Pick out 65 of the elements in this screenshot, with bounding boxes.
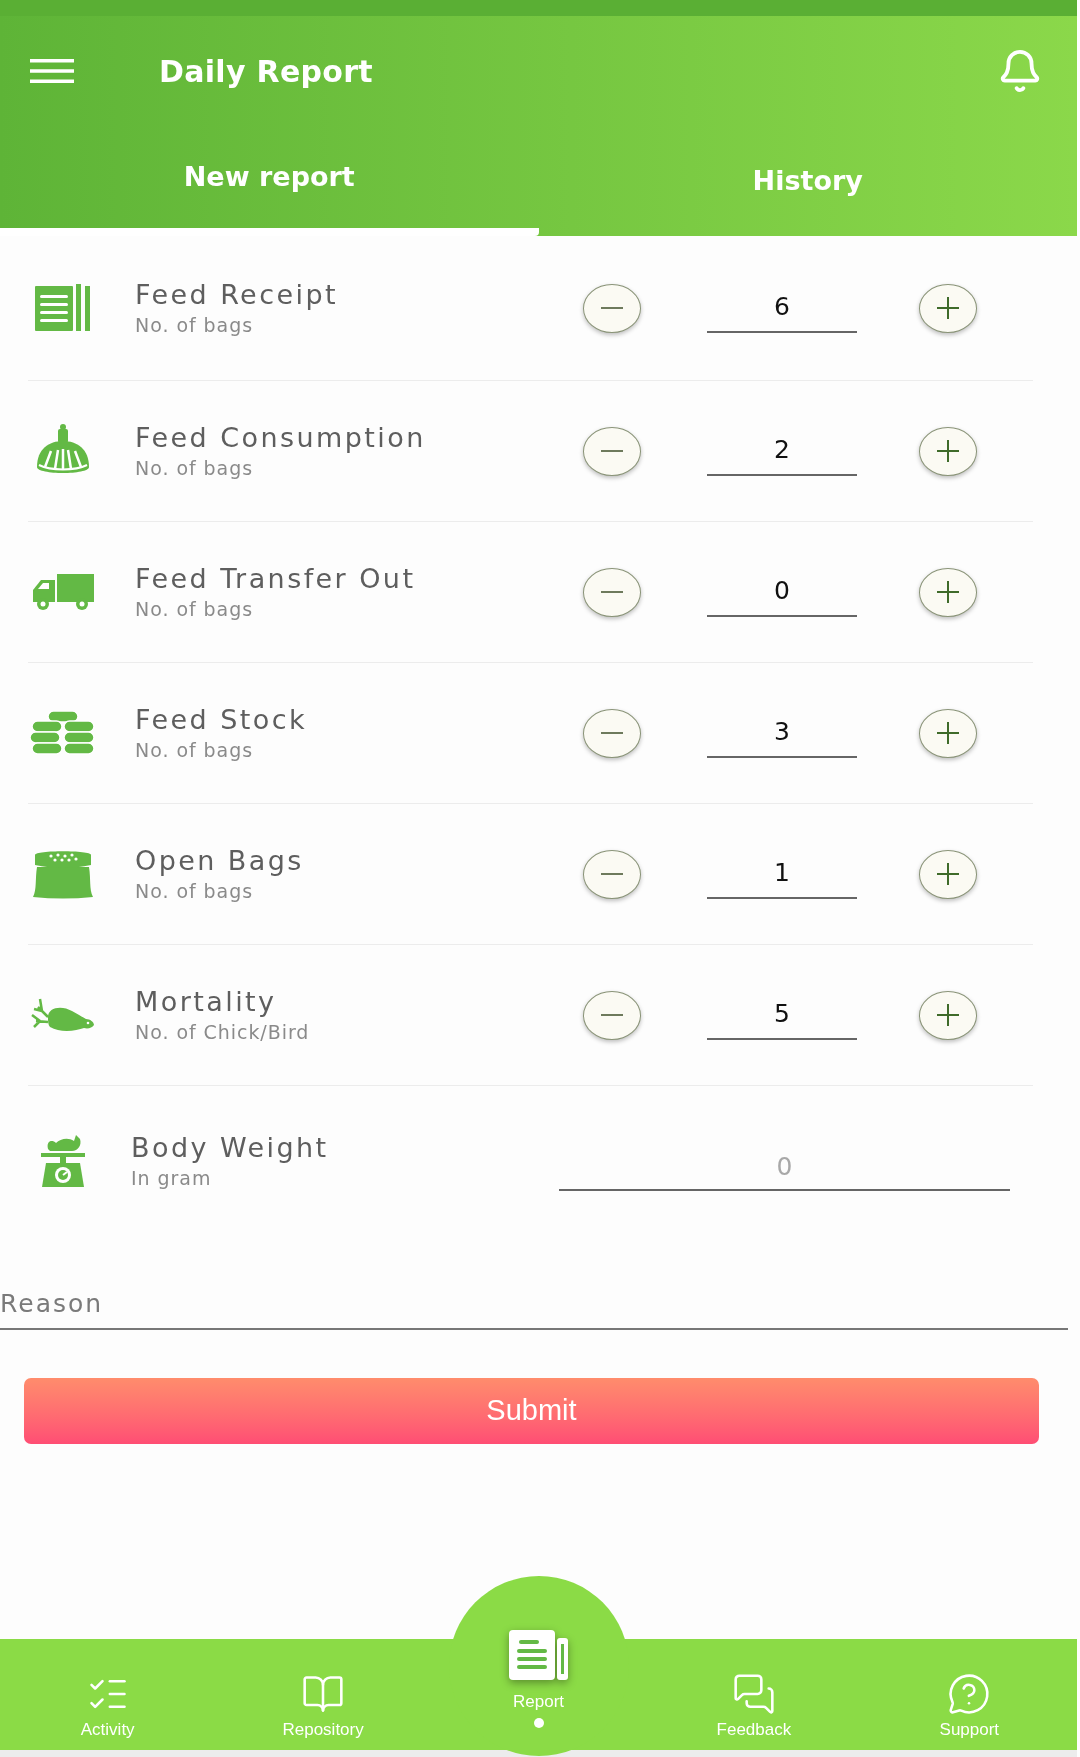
reason-field[interactable]: Reason	[0, 1280, 1068, 1330]
bag-icon	[33, 849, 93, 899]
quantity-field[interactable]: 6	[707, 283, 857, 333]
item-subtitle: No. of bags	[135, 879, 254, 904]
minus-icon	[601, 591, 623, 593]
increase-button[interactable]	[919, 849, 977, 899]
nav-tab[interactable]: Feedback	[716, 1672, 792, 1750]
increase-button[interactable]	[919, 990, 977, 1040]
item-subtitle: No. of bags	[135, 738, 254, 763]
plus-icon	[937, 297, 959, 319]
minus-icon	[601, 307, 623, 309]
submit-button[interactable]: Submit	[24, 1378, 1039, 1444]
menu-icon[interactable]	[30, 59, 74, 83]
plus-icon	[937, 1004, 959, 1026]
decrease-button[interactable]	[583, 283, 641, 333]
nav-tab[interactable]: Report	[508, 1628, 569, 1750]
plus-icon	[937, 722, 959, 744]
weight-field[interactable]: 0	[559, 1145, 1010, 1191]
increase-button[interactable]	[919, 283, 977, 333]
increase-button[interactable]	[919, 567, 977, 617]
item-title: Mortality	[135, 985, 277, 1019]
item-subtitle: No. of bags	[135, 456, 254, 481]
decrease-button[interactable]	[583, 849, 641, 899]
sacks-icon	[30, 711, 96, 755]
tab[interactable]: New report	[0, 126, 539, 236]
plus-icon	[937, 581, 959, 603]
quantity-field[interactable]: 0	[707, 567, 857, 617]
item-subtitle: No. of bags	[135, 313, 254, 338]
chat-bubbles-icon	[731, 1672, 776, 1716]
scale-icon	[40, 1133, 86, 1189]
item-title: Feed Consumption	[135, 421, 426, 455]
active-dot-icon	[533, 1718, 544, 1728]
tab[interactable]: History	[538, 126, 1077, 236]
item-title: Feed Receipt	[135, 278, 338, 312]
increase-button[interactable]	[919, 708, 977, 758]
minus-icon	[601, 1014, 623, 1016]
nav-tab[interactable]: Support	[939, 1672, 1000, 1750]
decrease-button[interactable]	[583, 708, 641, 758]
quantity-field[interactable]: 1	[707, 849, 857, 899]
decrease-button[interactable]	[583, 426, 641, 476]
plus-icon	[937, 863, 959, 885]
item-title: Body Weight	[131, 1131, 329, 1165]
quantity-field[interactable]: 3	[707, 708, 857, 758]
document-icon	[35, 283, 91, 333]
quantity-field[interactable]: 2	[707, 426, 857, 476]
help-icon	[947, 1672, 992, 1716]
item-subtitle: In gram	[131, 1166, 212, 1191]
item-title: Feed Stock	[135, 703, 308, 737]
newspaper-icon	[508, 1628, 569, 1682]
plus-icon	[937, 440, 959, 462]
screen-title: Daily Report	[159, 52, 373, 91]
item-title: Feed Transfer Out	[135, 562, 416, 596]
minus-icon	[601, 732, 623, 734]
nav-tab[interactable]: Activity	[80, 1672, 135, 1750]
decrease-button[interactable]	[583, 990, 641, 1040]
minus-icon	[601, 450, 623, 452]
increase-button[interactable]	[919, 426, 977, 476]
item-subtitle: No. of Chick/Bird	[135, 1020, 310, 1045]
truck-icon	[31, 572, 95, 612]
minus-icon	[601, 873, 623, 875]
item-subtitle: No. of bags	[135, 597, 254, 622]
nav-tab[interactable]: Repository	[282, 1672, 364, 1750]
quantity-field[interactable]: 5	[707, 990, 857, 1040]
decrease-button[interactable]	[583, 567, 641, 617]
item-title: Open Bags	[135, 844, 304, 878]
